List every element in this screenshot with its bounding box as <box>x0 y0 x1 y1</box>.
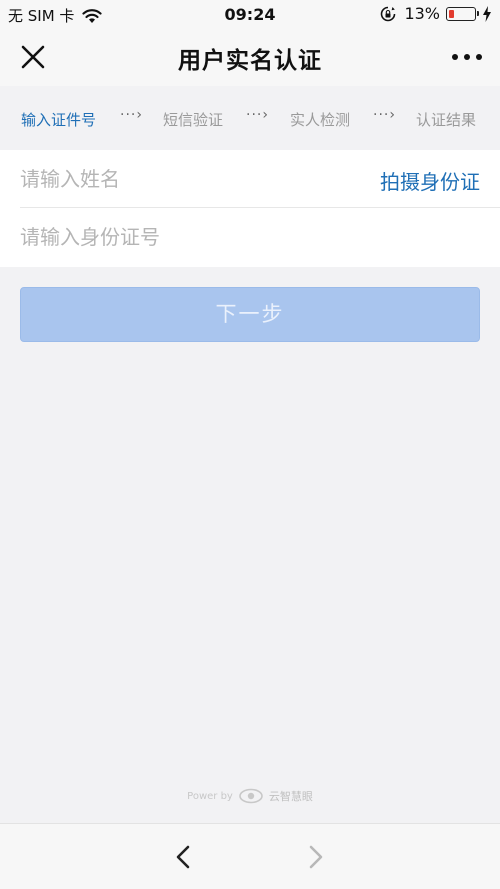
battery-percent: 13% <box>404 4 440 23</box>
step-sms-verify: 短信验证 <box>163 111 224 129</box>
page-title: 用户实名认证 <box>178 48 322 74</box>
name-row: 拍摄身份证 <box>20 150 500 208</box>
browser-bottom-bar <box>0 823 500 889</box>
powered-by-label: Power by <box>187 790 233 802</box>
nav-bar: 用户实名认证 <box>0 30 500 86</box>
id-number-input[interactable] <box>20 208 460 266</box>
charging-bolt-icon <box>483 5 491 22</box>
status-right: 13% <box>380 4 492 23</box>
id-number-row <box>0 208 500 266</box>
powered-by: Power by 云智慧眼 <box>0 788 500 804</box>
next-step-button[interactable]: 下一步 <box>20 287 480 342</box>
step-separator: ···› <box>120 107 143 123</box>
step-input-id: 输入证件号 <box>21 111 97 129</box>
step-separator: ···› <box>373 107 396 123</box>
identity-form: 拍摄身份证 <box>0 150 500 267</box>
forward-arrow-icon[interactable] <box>305 844 327 870</box>
back-arrow-icon[interactable] <box>172 844 194 870</box>
name-input[interactable] <box>20 150 350 208</box>
battery-icon <box>446 6 479 21</box>
brand-name: 云智慧眼 <box>268 790 313 803</box>
brand-eye-icon <box>239 788 263 804</box>
step-separator: ···› <box>246 107 269 123</box>
progress-steps: 输入证件号 ···› 短信验证 ···› 实人检测 ···› 认证结果 <box>0 86 500 150</box>
step-result: 认证结果 <box>416 111 477 129</box>
more-dots-icon[interactable] <box>450 44 484 70</box>
rotation-lock-icon <box>381 6 396 21</box>
status-bar: 无 SIM 卡 09:24 13% <box>0 0 500 30</box>
step-liveness-check: 实人检测 <box>290 111 351 129</box>
scan-id-button[interactable]: 拍摄身份证 <box>380 166 480 195</box>
